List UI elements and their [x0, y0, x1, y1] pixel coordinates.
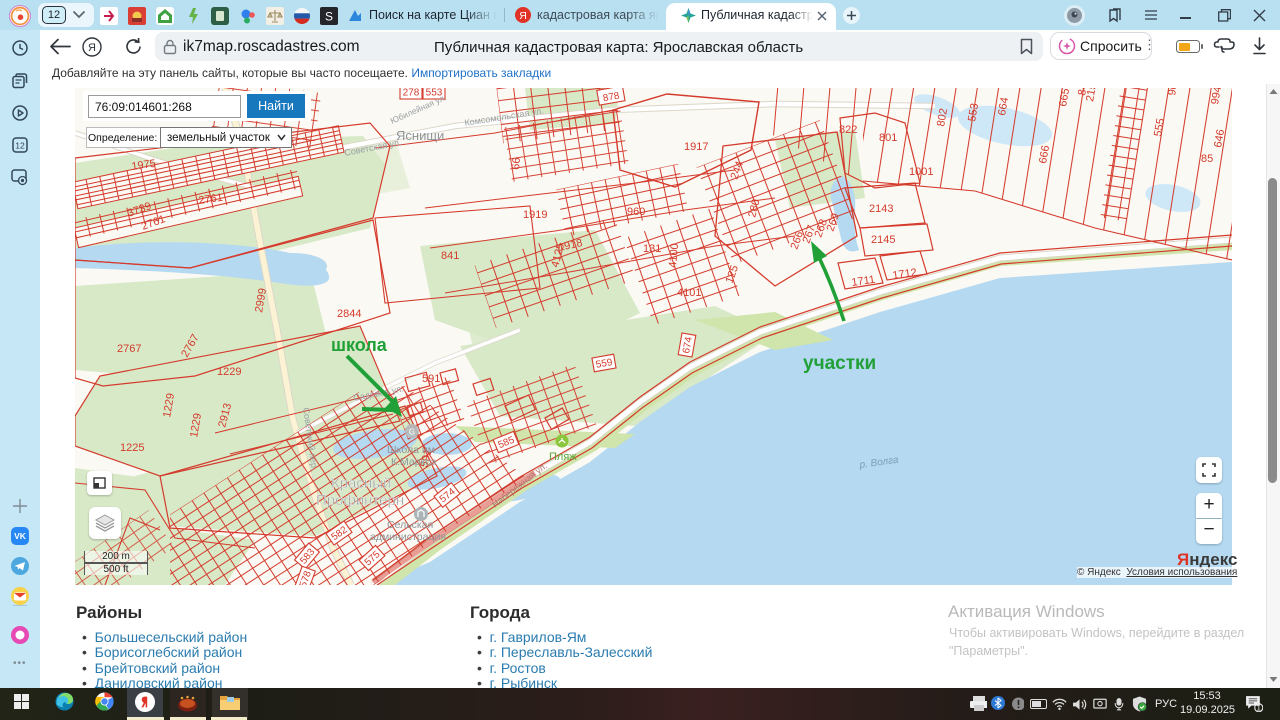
svg-text:Я: Я: [519, 10, 527, 22]
svg-text:591: 591: [422, 373, 440, 385]
svg-text:Пляж: Пляж: [549, 451, 577, 463]
svg-text:960: 960: [627, 206, 645, 218]
svg-text:1229: 1229: [217, 366, 241, 378]
svg-text:2767: 2767: [117, 343, 141, 355]
svg-text:84: 84: [1076, 88, 1090, 97]
svg-text:Профинтерн: Профинтерн: [316, 492, 404, 509]
svg-text:S: S: [325, 10, 333, 24]
svg-text:822: 822: [839, 124, 857, 136]
svg-text:66: 66: [510, 157, 523, 170]
svg-text:12: 12: [15, 141, 25, 151]
svg-text:131: 131: [643, 243, 661, 255]
svg-text:школа: школа: [331, 335, 388, 355]
svg-text:К.Маркса: К.Маркса: [391, 456, 437, 468]
svg-text:278: 278: [403, 88, 420, 99]
svg-text:G: G: [409, 428, 415, 437]
svg-text:2143: 2143: [869, 203, 893, 215]
svg-text:1917: 1917: [684, 141, 708, 153]
svg-text:4101: 4101: [677, 287, 701, 299]
svg-text:85: 85: [1201, 153, 1213, 165]
svg-text:Сельская: Сельская: [387, 519, 433, 531]
svg-text:Школа им: Школа им: [387, 444, 435, 456]
svg-text:841: 841: [441, 250, 459, 262]
svg-text:1225: 1225: [120, 442, 144, 454]
svg-text:участки: участки: [803, 353, 876, 374]
svg-text:1: 1: [1257, 704, 1262, 712]
svg-text:администрация: администрация: [370, 531, 446, 543]
svg-text:Я: Я: [88, 42, 96, 54]
svg-text:2844: 2844: [337, 308, 361, 320]
svg-text:1001: 1001: [909, 166, 933, 178]
svg-text:2145: 2145: [871, 234, 895, 246]
svg-text:4100: 4100: [667, 243, 681, 268]
svg-text:Яснищи: Яснищи: [396, 128, 444, 143]
svg-text:1919: 1919: [523, 209, 547, 221]
svg-text:801: 801: [879, 132, 897, 144]
svg-text:Красный: Красный: [331, 475, 391, 492]
